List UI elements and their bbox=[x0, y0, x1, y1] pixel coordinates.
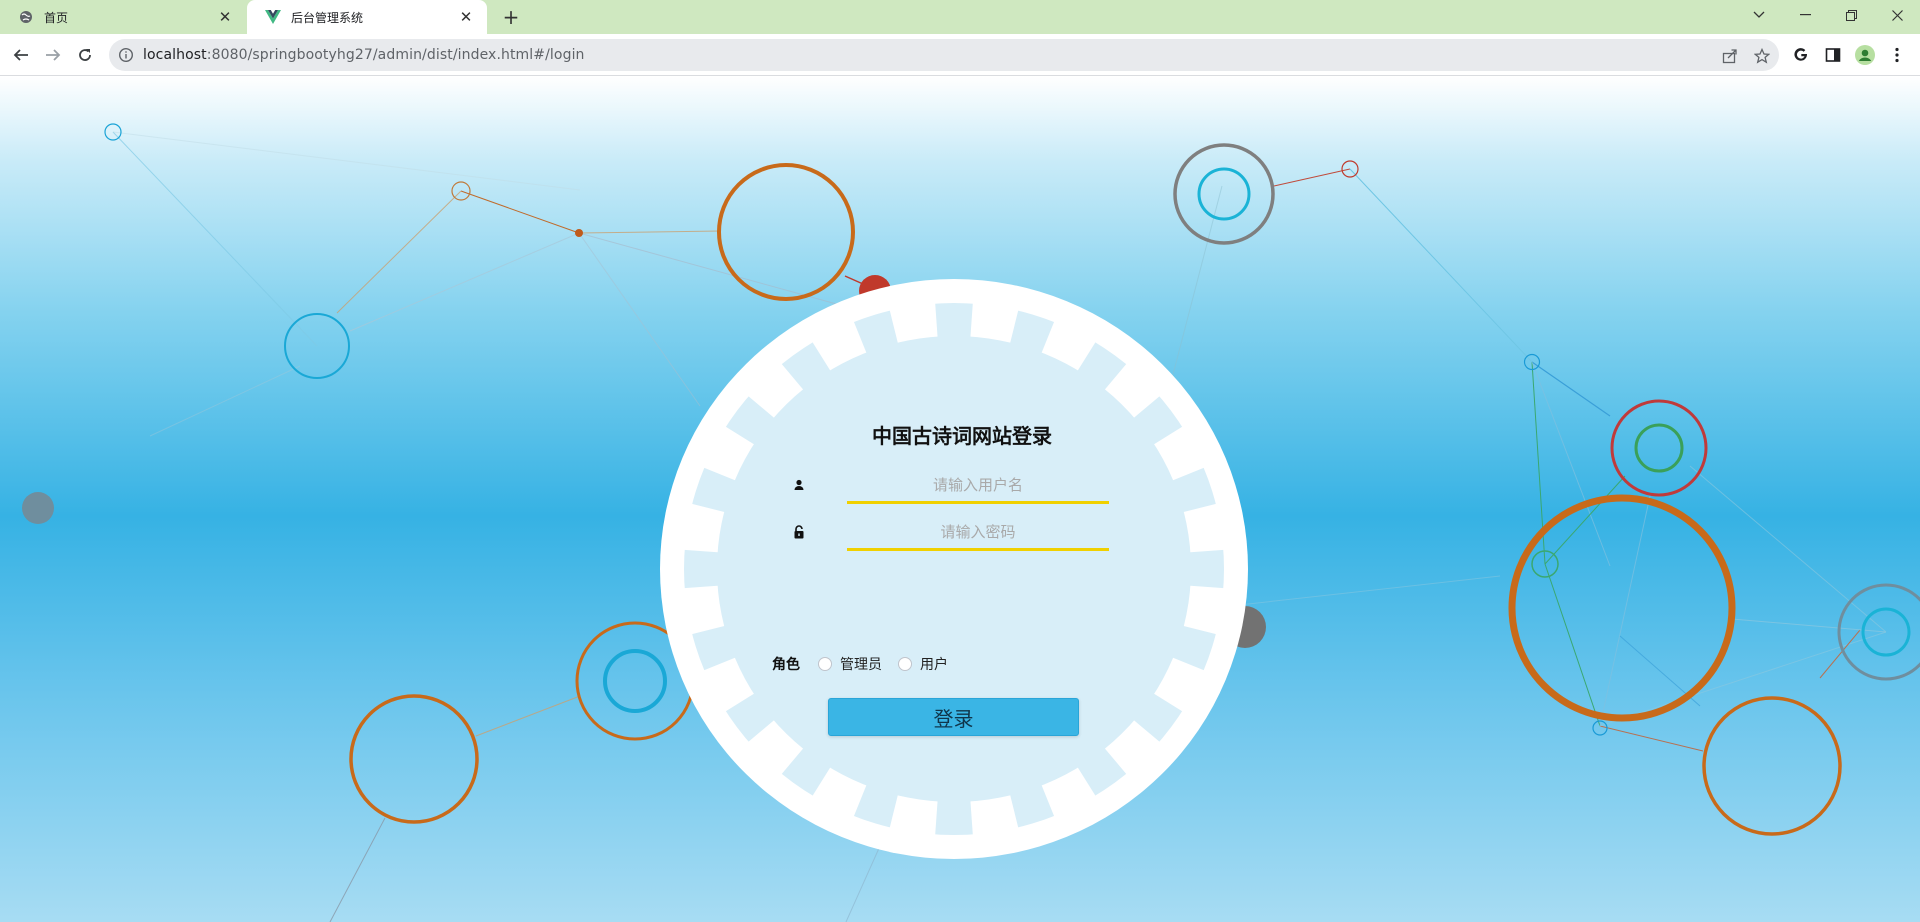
reload-icon[interactable] bbox=[72, 42, 98, 68]
back-icon[interactable] bbox=[8, 42, 34, 68]
login-title: 中国古诗词网站登录 bbox=[872, 424, 1052, 448]
google-extension-icon[interactable] bbox=[1790, 44, 1812, 66]
tab-admin[interactable]: 后台管理系统 ✕ bbox=[247, 0, 487, 34]
password-row bbox=[792, 515, 1112, 551]
login-form: 中国古诗词网站登录 角色 管理员 用户 登录 bbox=[722, 412, 1202, 742]
restore-icon[interactable] bbox=[1828, 0, 1874, 30]
username-row bbox=[792, 468, 1112, 504]
tab-title: 首页 bbox=[44, 10, 69, 25]
password-input[interactable] bbox=[847, 515, 1109, 551]
tab-home[interactable]: 首页 ✕ bbox=[0, 0, 246, 34]
login-button[interactable]: 登录 bbox=[828, 698, 1079, 736]
role-label: 角色 bbox=[772, 657, 800, 673]
globe-icon bbox=[18, 9, 34, 25]
role-selector: 角色 管理员 用户 bbox=[772, 654, 964, 674]
tab-search-icon[interactable] bbox=[1736, 0, 1782, 30]
forward-icon[interactable] bbox=[40, 42, 66, 68]
role-option-admin[interactable]: 管理员 bbox=[840, 654, 882, 674]
url-path: :8080/springbootyhg27/admin/dist/index.h… bbox=[206, 47, 585, 63]
role-radio-user[interactable] bbox=[898, 657, 912, 671]
tab-title: 后台管理系统 bbox=[291, 10, 364, 25]
info-icon[interactable] bbox=[118, 47, 134, 63]
browser-toolbar: localhost:8080/springbootyhg27/admin/dis… bbox=[0, 34, 1920, 76]
username-input[interactable] bbox=[847, 468, 1109, 504]
close-window-icon[interactable] bbox=[1874, 0, 1920, 30]
user-icon bbox=[792, 478, 806, 492]
lock-icon bbox=[792, 525, 806, 539]
vue-logo-icon bbox=[265, 9, 281, 25]
address-bar[interactable]: localhost:8080/springbootyhg27/admin/dis… bbox=[109, 39, 1779, 71]
role-radio-admin[interactable] bbox=[818, 657, 832, 671]
menu-kebab-icon[interactable] bbox=[1886, 44, 1908, 66]
profile-avatar-icon[interactable] bbox=[1854, 44, 1876, 66]
side-panel-icon[interactable] bbox=[1822, 44, 1844, 66]
url-text: localhost:8080/springbootyhg27/admin/dis… bbox=[143, 47, 585, 63]
url-host: localhost bbox=[143, 47, 207, 63]
role-option-user[interactable]: 用户 bbox=[920, 654, 948, 674]
new-tab-button[interactable]: + bbox=[499, 5, 523, 29]
share-icon[interactable] bbox=[1721, 47, 1739, 65]
close-icon[interactable]: ✕ bbox=[216, 8, 234, 26]
close-icon[interactable]: ✕ bbox=[457, 8, 475, 26]
bookmark-star-icon[interactable] bbox=[1753, 47, 1771, 65]
login-page: 中国古诗词网站登录 角色 管理员 用户 登录 bbox=[0, 76, 1920, 922]
minimize-icon[interactable] bbox=[1782, 0, 1828, 30]
tab-strip: 首页 ✕ 后台管理系统 ✕ + bbox=[0, 0, 1920, 34]
